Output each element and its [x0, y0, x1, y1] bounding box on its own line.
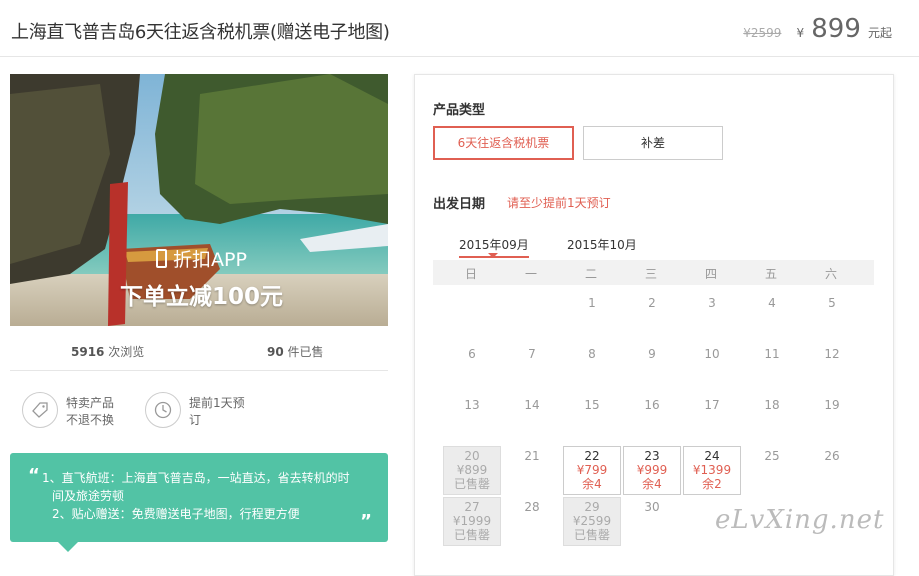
weekday-label: 三: [644, 267, 657, 281]
callout-tail: [58, 542, 78, 552]
calendar-day: 13: [464, 398, 480, 412]
current-price: 899: [811, 14, 861, 44]
tag-icon: [22, 392, 58, 428]
active-tab-indicator: [488, 253, 498, 258]
calendar-day: 7: [528, 347, 536, 361]
calendar-day: 14: [524, 398, 540, 412]
original-price: ¥2599: [743, 26, 782, 40]
option-price-difference[interactable]: 补差: [583, 126, 723, 160]
weekday-label: 日: [464, 267, 477, 281]
badge-advance-booking: 提前1天预 订: [145, 392, 251, 429]
calendar-day-available[interactable]: 22 ¥799 余4: [563, 446, 621, 495]
calendar-day: 11: [764, 347, 780, 361]
highlights-box: “ 1、直飞航班：上海直飞普吉岛，一站直达，省去转机的时 间及旅途劳顿 2、贴心…: [10, 453, 388, 552]
calendar-day: 16: [644, 398, 660, 412]
badge-special-sale: 特卖产品 不退不换: [22, 392, 128, 429]
sold-stat: 90 件已售: [267, 345, 324, 359]
booking-hint: 请至少提前1天预订: [507, 196, 611, 210]
calendar-day: 25: [764, 449, 780, 463]
calendar-day: 8: [588, 347, 596, 361]
weekday-label: 四: [704, 267, 717, 281]
highlight-line: 2、贴心赠送：免费赠送电子地图，行程更方便: [52, 507, 300, 521]
calendar-day: 28: [524, 500, 540, 514]
watermark: eLvXing.net: [715, 505, 885, 535]
calendar-day-sold-out: 27 ¥1999 已售罄: [443, 497, 501, 546]
calendar-day-available[interactable]: 23 ¥999 余4: [623, 446, 681, 495]
calendar-day: 9: [648, 347, 656, 361]
calendar-day: 5: [828, 296, 836, 310]
calendar-day: 30: [644, 500, 660, 514]
tab-month-oct[interactable]: 2015年10月: [567, 236, 637, 253]
views-stat: 5916 次浏览: [71, 345, 145, 359]
weekday-header: 日 一 二 三 四 五 六: [433, 260, 874, 285]
weekday-label: 五: [764, 267, 777, 281]
price-block: ¥2599 ¥ 899 元起: [743, 14, 892, 44]
calendar-day: 21: [524, 449, 540, 463]
open-quote-icon: “: [28, 465, 40, 486]
highlight-line: 1、直飞航班：上海直飞普吉岛，一站直达，省去转机的时: [42, 471, 350, 485]
calendar-day: 12: [824, 347, 840, 361]
option-6day-ticket[interactable]: 6天往返含税机票: [433, 126, 574, 160]
calendar-day: 17: [704, 398, 720, 412]
product-stats: 5916 次浏览 90 件已售: [10, 330, 388, 371]
calendar-day: 1: [588, 296, 596, 310]
calendar-day: 3: [708, 296, 716, 310]
currency-symbol: ¥: [796, 26, 805, 40]
product-type-label: 产品类型: [433, 103, 486, 118]
weekday-label: 二: [584, 267, 597, 281]
phone-icon: [156, 249, 167, 268]
calendar-day-sold-out: 20 ¥899 已售罄: [443, 446, 501, 495]
product-photo[interactable]: 折扣APP 下单立减100元: [10, 74, 388, 326]
promo-app-text: 折扣APP: [156, 245, 247, 272]
calendar-day: 18: [764, 398, 780, 412]
calendar-day-available[interactable]: 24 ¥1399 余2: [683, 446, 741, 495]
calendar-day: 15: [584, 398, 600, 412]
price-suffix: 元起: [867, 26, 892, 40]
calendar-day: 2: [648, 296, 656, 310]
clock-icon: [145, 392, 181, 428]
calendar-day: 19: [824, 398, 840, 412]
calendar-day: 4: [768, 296, 776, 310]
promo-discount-text: 下单立减100元: [120, 284, 284, 310]
highlight-line: 间及旅途劳顿: [52, 489, 125, 503]
calendar-day: 10: [704, 347, 720, 361]
close-quote-icon: ”: [360, 511, 372, 532]
weekday-label: 一: [524, 267, 537, 281]
weekday-label: 六: [824, 267, 837, 281]
calendar-day: 26: [824, 449, 840, 463]
calendar-day: 6: [468, 347, 476, 361]
product-title: 上海直飞普吉岛6天往返含税机票(赠送电子地图): [11, 22, 390, 43]
calendar-day-sold-out: 29 ¥2599 已售罄: [563, 497, 621, 546]
departure-date-label: 出发日期: [433, 197, 486, 212]
page-header: 上海直飞普吉岛6天往返含税机票(赠送电子地图) ¥2599 ¥ 899 元起: [0, 0, 919, 57]
